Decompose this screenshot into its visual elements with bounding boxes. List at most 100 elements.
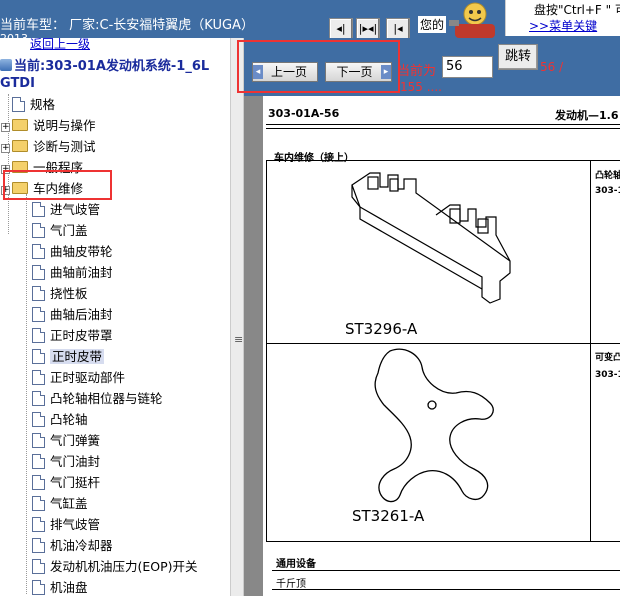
tree-child-item[interactable]: 排气歧管 (32, 514, 100, 535)
expand-icon[interactable]: + (1, 123, 10, 132)
tree-item-label: 气门挺杆 (50, 475, 101, 490)
computer-icon (0, 59, 12, 71)
current-node-title-2: GTDI (0, 76, 35, 91)
doc-section-header: 发动机—1.6 (555, 109, 619, 122)
document-icon (32, 370, 45, 385)
tree-child-item[interactable]: 气缸盖 (32, 493, 88, 514)
search-hint: 盘按"Ctrl+F " 可 >>菜单关键 (505, 0, 620, 36)
panel-splitter[interactable]: ≡ (230, 38, 244, 596)
tree-item-label: 凸轮轴相位器与链轮 (50, 391, 163, 406)
helper-character-icon (449, 2, 495, 38)
tree-item-label: 曲轴后油封 (50, 307, 113, 322)
document-icon (32, 265, 45, 280)
highlight-box (3, 170, 112, 200)
page-total-cont: 155 .... (400, 80, 442, 94)
equipment-item: 千斤顶 (276, 579, 306, 590)
tree-item-label: 规格 (30, 97, 56, 112)
tree-panel: 返回上一级 当前:303-01A发动机系统-1_6L GTDI 规格 + 说明与操作… (0, 38, 230, 596)
tree-item-label: 气缸盖 (50, 496, 88, 511)
document-icon (32, 475, 45, 490)
table-border (266, 343, 620, 344)
tree-item[interactable]: 规格 (12, 94, 55, 115)
tool-label-1: ST3296-A (345, 320, 418, 338)
tree-child-item[interactable]: 正时皮带罩 (32, 325, 113, 346)
jump-button[interactable]: 跳转 (498, 44, 538, 70)
tree-child-item[interactable]: 气门盖 (32, 220, 88, 241)
tree-child-item[interactable]: 曲轴后油封 (32, 304, 113, 325)
doc-page-number: 303-01A-56 (268, 107, 340, 120)
tree-child-item[interactable]: 曲轴前油封 (32, 262, 113, 283)
tree-item-label: 曲轴皮带轮 (50, 244, 113, 259)
tree-child-item[interactable]: 挠性板 (32, 283, 88, 304)
tool-desc-1: 凸轮轴 (595, 171, 620, 181)
tool-code-2: 303-1 (595, 370, 620, 380)
current-page-label: 当前为 (397, 64, 437, 79)
tree-item[interactable]: + 说明与操作 (1, 115, 96, 136)
vehicle-year: 2013 (0, 32, 28, 45)
tree-item-label: 正时皮带 (50, 349, 105, 364)
page-total: 56 / (540, 60, 564, 74)
document-icon (32, 580, 45, 595)
tree-child-item[interactable]: 凸轮轴 (32, 409, 88, 430)
nav-first-icon: ◂| (336, 22, 346, 35)
folder-icon (12, 119, 28, 131)
document-icon (32, 433, 45, 448)
back-link[interactable]: 返回上一级 (30, 38, 90, 52)
tree-child-item[interactable]: 发动机机油压力(EOP)开关 (32, 556, 198, 577)
tree-item-label: 挠性板 (50, 286, 88, 301)
tree-child-item[interactable]: 机油盘 (32, 577, 88, 596)
folder-icon (12, 140, 28, 152)
tree-child-item[interactable]: 气门弹簧 (32, 430, 100, 451)
tree-item-label: 气门弹簧 (50, 433, 101, 448)
tree-item-label: 机油冷却器 (50, 538, 113, 553)
tree-item-label: 正时皮带罩 (50, 328, 113, 343)
tree-item-label: 排气歧管 (50, 517, 101, 532)
tree-child-item[interactable]: 机油冷却器 (32, 535, 113, 556)
document-icon (32, 454, 45, 469)
expand-icon[interactable]: + (1, 144, 10, 153)
tool-desc-2: 可变凸 (595, 353, 620, 363)
nav-last-icon: |◂ (393, 22, 403, 35)
section-title: 车内维修（接上） (274, 153, 354, 164)
tree-child-item[interactable]: 气门挺杆 (32, 472, 100, 493)
document-icon (32, 307, 45, 322)
tree-item[interactable]: + 诊断与测试 (1, 136, 96, 157)
page-number-input[interactable]: 56 (442, 56, 493, 78)
tree-item-label: 凸轮轴 (50, 412, 88, 427)
general-equipment-title: 通用设备 (276, 559, 316, 570)
tree-item-label: 气门油封 (50, 454, 101, 469)
tool-code-1: 303-1 (595, 186, 620, 196)
table-border (590, 160, 591, 541)
divider (266, 124, 620, 125)
divider (266, 128, 620, 129)
grip-icon: ≡ (234, 333, 244, 346)
document-icon (32, 496, 45, 511)
divider (272, 589, 620, 590)
tree-item-label: 曲轴前油封 (50, 265, 113, 280)
tree-item-label: 进气歧管 (50, 202, 101, 217)
tree-item-label: 诊断与测试 (33, 139, 96, 154)
tree-guide (26, 194, 27, 594)
document-icon (32, 538, 45, 553)
tree-item-label: 发动机机油压力(EOP)开关 (50, 559, 198, 574)
tree-child-item[interactable]: 正时皮带 (32, 346, 105, 367)
document-icon (32, 349, 45, 364)
tool-st3261-drawing (374, 348, 494, 503)
tool-st3296-drawing (351, 172, 511, 304)
tree-child-item[interactable]: 曲轴皮带轮 (32, 241, 113, 262)
highlight-box (237, 40, 400, 93)
hint-menu-link[interactable]: >>菜单关键 (529, 17, 597, 34)
current-node-title: 当前:303-01A发动机系统-1_6L (0, 55, 209, 74)
table-border (266, 541, 620, 542)
tree-item-label: 机油盘 (50, 580, 88, 595)
document-icon (32, 412, 45, 427)
tree-child-item[interactable]: 进气歧管 (32, 199, 100, 220)
document-icon (32, 286, 45, 301)
tree-item-label: 气门盖 (50, 223, 88, 238)
tree-child-item[interactable]: 气门油封 (32, 451, 100, 472)
document-icon (32, 559, 45, 574)
tree-item-label: 正时驱动部件 (50, 370, 126, 385)
tree-child-item[interactable]: 凸轮轴相位器与链轮 (32, 388, 163, 409)
tree-child-item[interactable]: 正时驱动部件 (32, 367, 125, 388)
hint-text: 盘按"Ctrl+F " 可 (534, 3, 620, 17)
